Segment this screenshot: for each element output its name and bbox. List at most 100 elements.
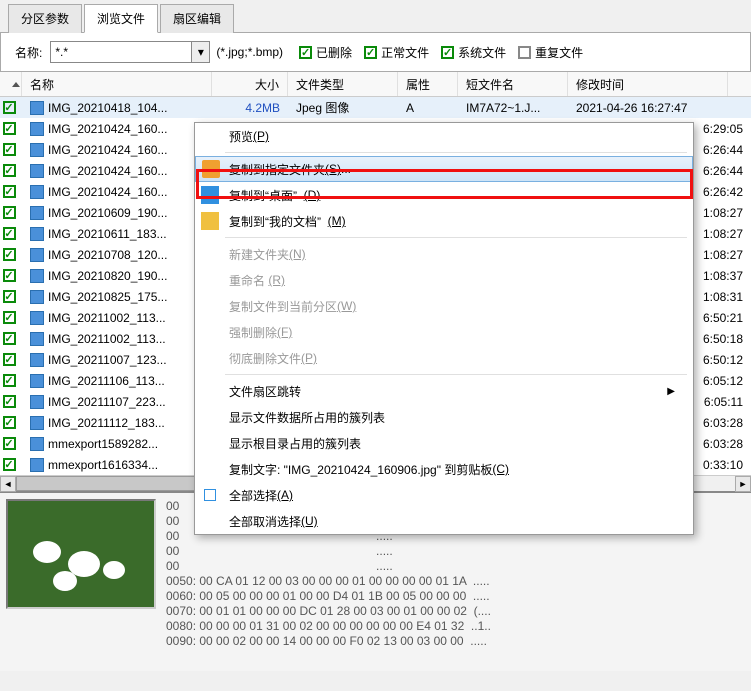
- col-mtime[interactable]: 修改时间: [568, 72, 728, 96]
- file-mtime-tail: 6:26:44: [691, 143, 751, 157]
- col-size[interactable]: 大小: [212, 72, 288, 96]
- checkbox-system[interactable]: ✓系统文件: [441, 44, 506, 61]
- file-icon: [30, 206, 44, 220]
- menu-select-all[interactable]: 全部选择(A): [195, 482, 693, 508]
- file-icon: [30, 332, 44, 346]
- menu-separator: [225, 374, 687, 375]
- file-name: IMG_20210609_190...: [48, 206, 167, 220]
- context-menu: 预览(P) 复制到指定文件夹(S)... 复制到“桌面” (D) 复制到“我的文…: [194, 122, 694, 535]
- menu-copy-to-desktop[interactable]: 复制到“桌面” (D): [195, 182, 693, 208]
- file-icon: [30, 185, 44, 199]
- menu-copy-text[interactable]: 复制文字: "IMG_20210424_160906.jpg" 到剪贴板(C): [195, 456, 693, 482]
- row-check-icon[interactable]: ✓: [3, 437, 16, 450]
- menu-preview[interactable]: 预览(P): [195, 123, 693, 149]
- menu-wipe-delete: 彻底删除文件(P): [195, 345, 693, 371]
- file-mtime-tail: 1:08:27: [691, 248, 751, 262]
- check-icon: ✓: [441, 46, 454, 59]
- check-icon: ✓: [364, 46, 377, 59]
- file-icon: [30, 164, 44, 178]
- row-check-icon[interactable]: ✓: [3, 248, 16, 261]
- col-type[interactable]: 文件类型: [288, 72, 398, 96]
- checkbox-duplicates[interactable]: 重复文件: [518, 44, 583, 61]
- scroll-right[interactable]: ►: [735, 476, 751, 492]
- row-check-icon[interactable]: ✓: [3, 164, 16, 177]
- row-check-icon[interactable]: ✓: [3, 269, 16, 282]
- col-attr[interactable]: 属性: [398, 72, 458, 96]
- name-input[interactable]: [50, 41, 192, 63]
- file-icon: [30, 290, 44, 304]
- menu-separator: [225, 237, 687, 238]
- row-check-icon[interactable]: ✓: [3, 227, 16, 240]
- file-name: IMG_20211112_183...: [48, 416, 165, 430]
- check-icon: ✓: [299, 46, 312, 59]
- documents-icon: [201, 212, 219, 230]
- file-attr: A: [398, 101, 458, 115]
- col-name[interactable]: 名称: [22, 72, 212, 96]
- file-name: IMG_20210708_120...: [48, 248, 167, 262]
- file-name: IMG_20211106_113...: [48, 374, 165, 388]
- row-check-icon[interactable]: ✓: [3, 395, 16, 408]
- file-size: 4.2MB: [212, 101, 288, 115]
- file-icon: [30, 311, 44, 325]
- checkbox-deleted[interactable]: ✓已删除: [299, 44, 352, 61]
- desktop-icon: [201, 186, 219, 204]
- file-name: IMG_20210424_160...: [48, 185, 167, 199]
- file-name: IMG_20210424_160...: [48, 122, 167, 136]
- checkbox-icon: [201, 486, 219, 504]
- file-mtime-tail: 6:50:21: [691, 311, 751, 325]
- menu-rename: 重命名 (R): [195, 267, 693, 293]
- col-check[interactable]: [0, 72, 22, 96]
- row-check-icon[interactable]: ✓: [3, 353, 16, 366]
- table-row[interactable]: ✓IMG_20210418_104...4.2MBJpeg 图像AIM7A72~…: [0, 97, 751, 118]
- row-check-icon[interactable]: ✓: [3, 185, 16, 198]
- file-icon: [30, 437, 44, 451]
- row-check-icon[interactable]: ✓: [3, 101, 16, 114]
- file-mtime-tail: 1:08:27: [691, 206, 751, 220]
- file-mtime-tail: 6:26:44: [691, 164, 751, 178]
- file-icon: [30, 101, 44, 115]
- filter-toolbar: 名称: ▾ (*.jpg;*.bmp) ✓已删除 ✓正常文件 ✓系统文件 重复文…: [0, 32, 751, 72]
- file-mtime-tail: 0:33:10: [691, 458, 751, 472]
- tab-browse-files[interactable]: 浏览文件: [84, 4, 158, 33]
- file-name: IMG_20210418_104...: [48, 101, 167, 115]
- row-check-icon[interactable]: ✓: [3, 122, 16, 135]
- row-check-icon[interactable]: ✓: [3, 311, 16, 324]
- file-name: mmexport1616334...: [48, 458, 158, 472]
- file-mtime-tail: 6:03:28: [691, 416, 751, 430]
- checkbox-normal[interactable]: ✓正常文件: [364, 44, 429, 61]
- row-check-icon[interactable]: ✓: [3, 290, 16, 303]
- row-check-icon[interactable]: ✓: [3, 374, 16, 387]
- file-icon: [30, 122, 44, 136]
- menu-copy-to-folder[interactable]: 复制到指定文件夹(S)...: [195, 156, 693, 182]
- file-mtime-tail: 6:26:42: [691, 185, 751, 199]
- menu-copy-to-docs[interactable]: 复制到“我的文档” (M): [195, 208, 693, 234]
- file-mtime-tail: 6:50:18: [691, 332, 751, 346]
- name-dropdown[interactable]: ▾: [192, 41, 210, 63]
- menu-deselect-all[interactable]: 全部取消选择(U): [195, 508, 693, 534]
- scroll-left[interactable]: ◄: [0, 476, 16, 492]
- file-icon: [30, 374, 44, 388]
- col-shortname[interactable]: 短文件名: [458, 72, 568, 96]
- row-check-icon[interactable]: ✓: [3, 416, 16, 429]
- file-mtime-tail: 6:50:12: [691, 353, 751, 367]
- row-check-icon[interactable]: ✓: [3, 143, 16, 156]
- file-mtime-tail: 1:08:27: [691, 227, 751, 241]
- row-check-icon[interactable]: ✓: [3, 206, 16, 219]
- menu-show-clusters[interactable]: 显示文件数据所占用的簇列表: [195, 404, 693, 430]
- filter-pattern: (*.jpg;*.bmp): [216, 45, 283, 59]
- menu-new-folder: 新建文件夹(N): [195, 241, 693, 267]
- tab-sector-edit[interactable]: 扇区编辑: [160, 4, 234, 33]
- file-mtime-tail: 6:29:05: [691, 122, 751, 136]
- file-name: IMG_20210820_190...: [48, 269, 167, 283]
- row-check-icon[interactable]: ✓: [3, 332, 16, 345]
- menu-sector-jump[interactable]: 文件扇区跳转▶: [195, 378, 693, 404]
- tab-partition-params[interactable]: 分区参数: [8, 4, 82, 33]
- file-mtime-tail: 6:05:11: [691, 395, 751, 409]
- file-icon: [30, 143, 44, 157]
- file-icon: [30, 353, 44, 367]
- folder-copy-icon: [202, 160, 220, 178]
- menu-show-root-clusters[interactable]: 显示根目录占用的簇列表: [195, 430, 693, 456]
- file-mtime-tail: 1:08:37: [691, 269, 751, 283]
- file-name: IMG_20211002_113...: [48, 332, 166, 346]
- row-check-icon[interactable]: ✓: [3, 458, 16, 471]
